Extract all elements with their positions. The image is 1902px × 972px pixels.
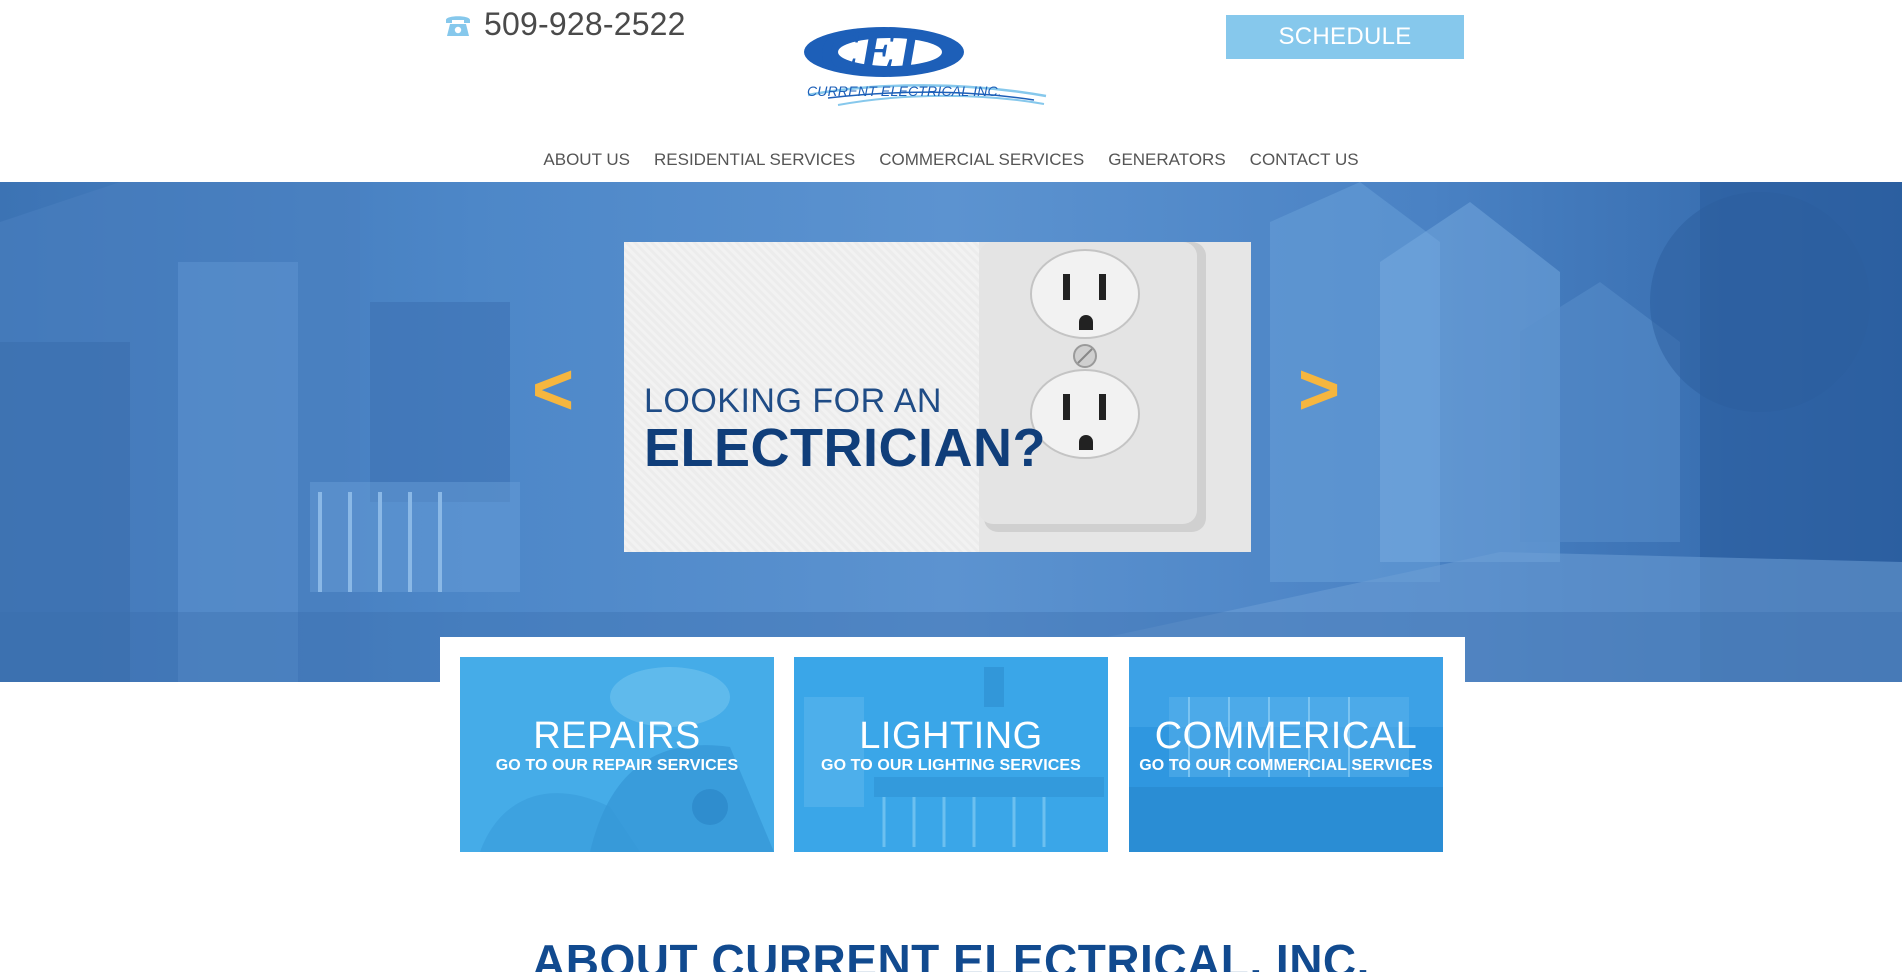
service-tile-repairs[interactable]: REPAIRS GO TO OUR REPAIR SERVICES xyxy=(460,657,774,852)
hero-banner: LOOKING FOR AN ELECTRICIAN? < > xyxy=(0,182,1902,682)
company-logo[interactable]: CEI xyxy=(798,20,1050,120)
phone-number[interactable]: 509-928-2522 xyxy=(484,6,686,43)
logo-caption: CURRENT ELECTRICAL INC. xyxy=(807,83,1002,99)
service-tile-title: COMMERICAL xyxy=(1154,715,1418,757)
about-heading: ABOUT CURRENT ELECTRICAL, INC. xyxy=(532,935,1370,972)
main-nav: ABOUT US RESIDENTIAL SERVICES COMMERCIAL… xyxy=(0,150,1902,180)
hero-slide[interactable]: LOOKING FOR AN ELECTRICIAN? xyxy=(624,242,1251,552)
logo-mark: CEI xyxy=(820,20,922,83)
nav-item-commercial-services[interactable]: COMMERCIAL SERVICES xyxy=(879,150,1084,180)
phone-contact[interactable]: 509-928-2522 xyxy=(444,6,686,43)
services-panel: REPAIRS GO TO OUR REPAIR SERVICES LIGHTI… xyxy=(440,637,1465,870)
nav-item-generators[interactable]: GENERATORS xyxy=(1108,150,1225,180)
nav-item-residential-services[interactable]: RESIDENTIAL SERVICES xyxy=(654,150,855,180)
service-tile-subtitle: GO TO OUR COMMERCIAL SERVICES xyxy=(1139,757,1433,774)
slider-next-arrow[interactable]: > xyxy=(1298,354,1340,426)
service-tile-title: REPAIRS xyxy=(533,715,701,757)
outlet-image xyxy=(979,242,1251,552)
slider-prev-arrow[interactable]: < xyxy=(532,354,574,426)
slide-subtitle: LOOKING FOR AN xyxy=(644,382,942,420)
schedule-service-button[interactable]: SCHEDULE SERVICE xyxy=(1226,15,1464,94)
service-tile-lighting[interactable]: LIGHTING GO TO OUR LIGHTING SERVICES xyxy=(794,657,1108,852)
nav-item-contact-us[interactable]: CONTACT US xyxy=(1250,150,1359,180)
service-tile-subtitle: GO TO OUR LIGHTING SERVICES xyxy=(821,757,1081,774)
service-tile-title: LIGHTING xyxy=(859,715,1043,757)
phone-icon xyxy=(446,15,470,36)
service-tile-subtitle: GO TO OUR REPAIR SERVICES xyxy=(495,757,739,774)
service-tile-commercial[interactable]: COMMERICAL GO TO OUR COMMERCIAL SERVICES xyxy=(1129,657,1443,852)
slide-title: ELECTRICIAN? xyxy=(644,418,1046,478)
nav-item-about-us[interactable]: ABOUT US xyxy=(543,150,630,180)
site-header: 509-928-2522 CEI CURRENT ELECTRICAL INC.… xyxy=(0,0,1902,182)
